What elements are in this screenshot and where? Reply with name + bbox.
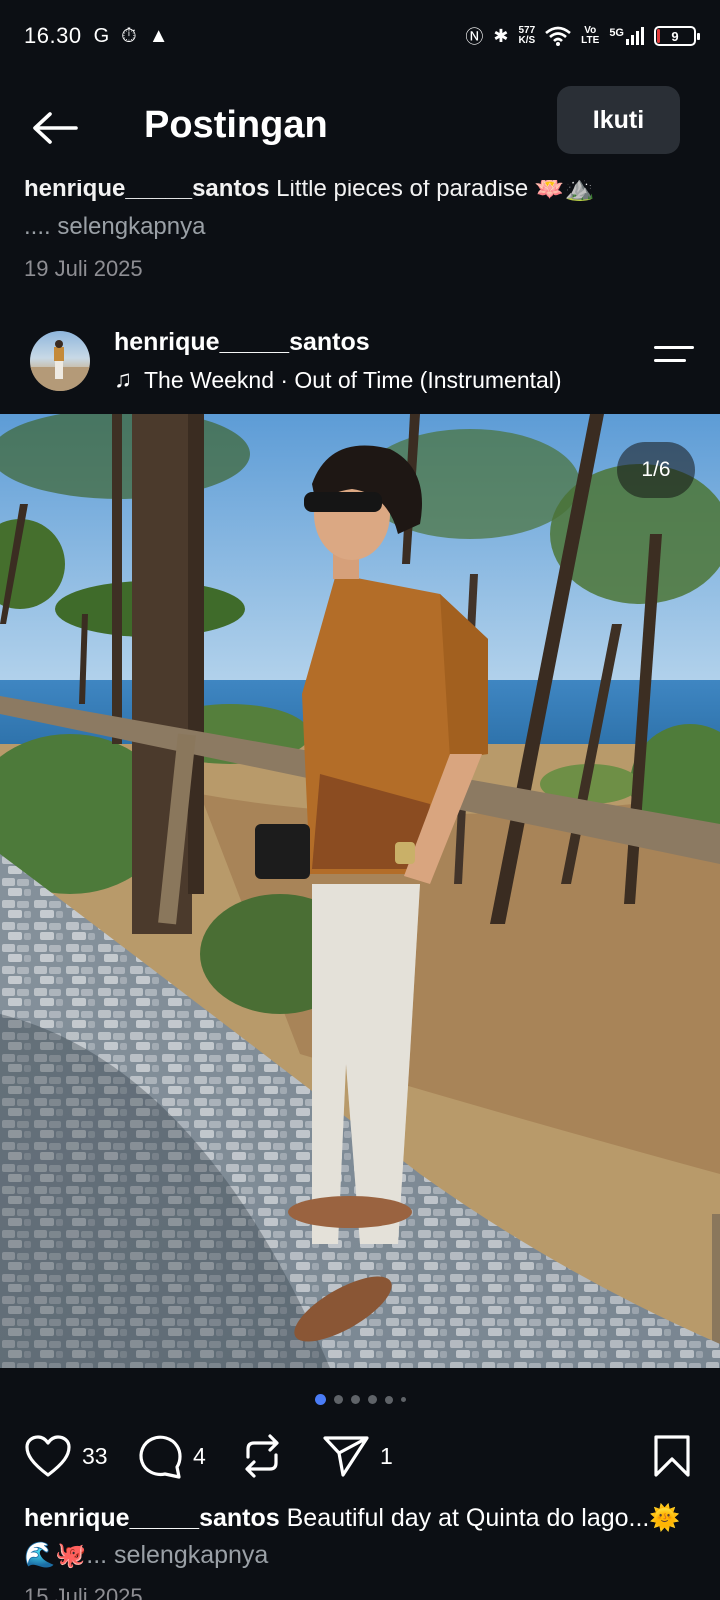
warning-icon: ▲	[148, 24, 169, 47]
comment-count: 4	[193, 1442, 206, 1469]
post-image[interactable]: 1/6	[0, 414, 720, 1368]
more-options-button[interactable]	[654, 342, 698, 372]
post-header: henrique_____santos ♫ The Weeknd · Out o…	[0, 320, 720, 410]
save-button[interactable]	[652, 1434, 692, 1483]
carousel-dot-active	[314, 1394, 326, 1405]
previous-post-caption-text: Little pieces of paradise 🪷⛰️	[276, 175, 595, 202]
carousel-dot	[350, 1395, 360, 1404]
like-count: 33	[82, 1442, 108, 1469]
google-icon: G	[93, 24, 110, 47]
avatar-photo	[30, 340, 90, 391]
avatar[interactable]	[30, 331, 90, 391]
music-title: The Weeknd · Out of Time (Instrumental)	[144, 366, 562, 393]
repost-icon	[245, 1434, 279, 1478]
bluetooth-icon: ✱	[493, 25, 509, 46]
repost-button[interactable]	[242, 1428, 282, 1484]
page-title: Postingan	[144, 104, 328, 146]
network-speed: 577 K/S	[518, 25, 536, 46]
music-note-icon: ♫	[114, 366, 132, 393]
status-left-icons: G ⏱ ▲	[94, 25, 169, 48]
carousel-dot	[367, 1395, 377, 1404]
previous-post-more-link[interactable]: .... selengkapnya	[24, 213, 205, 240]
comment-icon	[139, 1435, 182, 1479]
post-date: 15 Juli 2025	[24, 1584, 143, 1600]
nfc-icon: Ⓝ	[465, 27, 484, 47]
arrow-left-icon	[33, 112, 78, 144]
back-button[interactable]	[30, 108, 80, 148]
image-counter: 1/6	[617, 442, 695, 498]
like-button[interactable]: 33	[24, 1428, 108, 1484]
top-header: Postingan Ikuti	[0, 80, 720, 176]
post-username[interactable]: henrique_____santos	[114, 328, 370, 357]
previous-post-username[interactable]: henrique_____santos	[24, 180, 269, 202]
share-count: 1	[380, 1442, 393, 1469]
status-right-icons: Ⓝ ✱ 577 K/S Vo LTE 5G 9	[465, 23, 700, 49]
timer-icon: ⏱	[121, 24, 137, 47]
share-button[interactable]: 1	[322, 1428, 393, 1484]
send-icon	[323, 1436, 369, 1477]
previous-post-date: 19 Juli 2025	[24, 256, 143, 281]
post-photo	[0, 414, 720, 1368]
carousel-indicator	[0, 1394, 720, 1405]
comment-button[interactable]: 4	[137, 1428, 206, 1484]
carousel-dot	[384, 1395, 393, 1404]
caption-username[interactable]: henrique_____santos	[24, 1504, 280, 1532]
battery-icon: 9	[654, 26, 700, 46]
signal-icon: 5G	[609, 27, 644, 45]
status-bar: 16.30 G ⏱ ▲ Ⓝ ✱ 577 K/S Vo LTE 5G 9	[0, 0, 720, 72]
heart-icon	[25, 1435, 71, 1477]
volte-indicator: Vo LTE	[581, 25, 600, 46]
previous-post-caption: henrique_____santos Little pieces of par…	[24, 175, 704, 246]
menu-line-icon	[654, 346, 694, 349]
post-caption: henrique_____santos Beautiful day at Qui…	[24, 1500, 694, 1574]
caption-more-link[interactable]: ... selengkapnya	[86, 1541, 268, 1569]
follow-button[interactable]: Ikuti	[557, 86, 680, 154]
carousel-dot	[400, 1397, 406, 1402]
action-bar: 33 4 1	[0, 1428, 720, 1484]
music-info[interactable]: ♫ The Weeknd · Out of Time (Instrumental…	[114, 366, 562, 394]
menu-line-icon	[654, 359, 686, 362]
carousel-dot	[333, 1395, 343, 1404]
instagram-post-screen: 16.30 G ⏱ ▲ Ⓝ ✱ 577 K/S Vo LTE 5G 9 Post…	[0, 0, 720, 1600]
wifi-icon	[545, 26, 571, 46]
bookmark-icon	[654, 1435, 690, 1477]
battery-level-fill	[657, 29, 660, 43]
status-time: 16.30	[24, 23, 82, 48]
